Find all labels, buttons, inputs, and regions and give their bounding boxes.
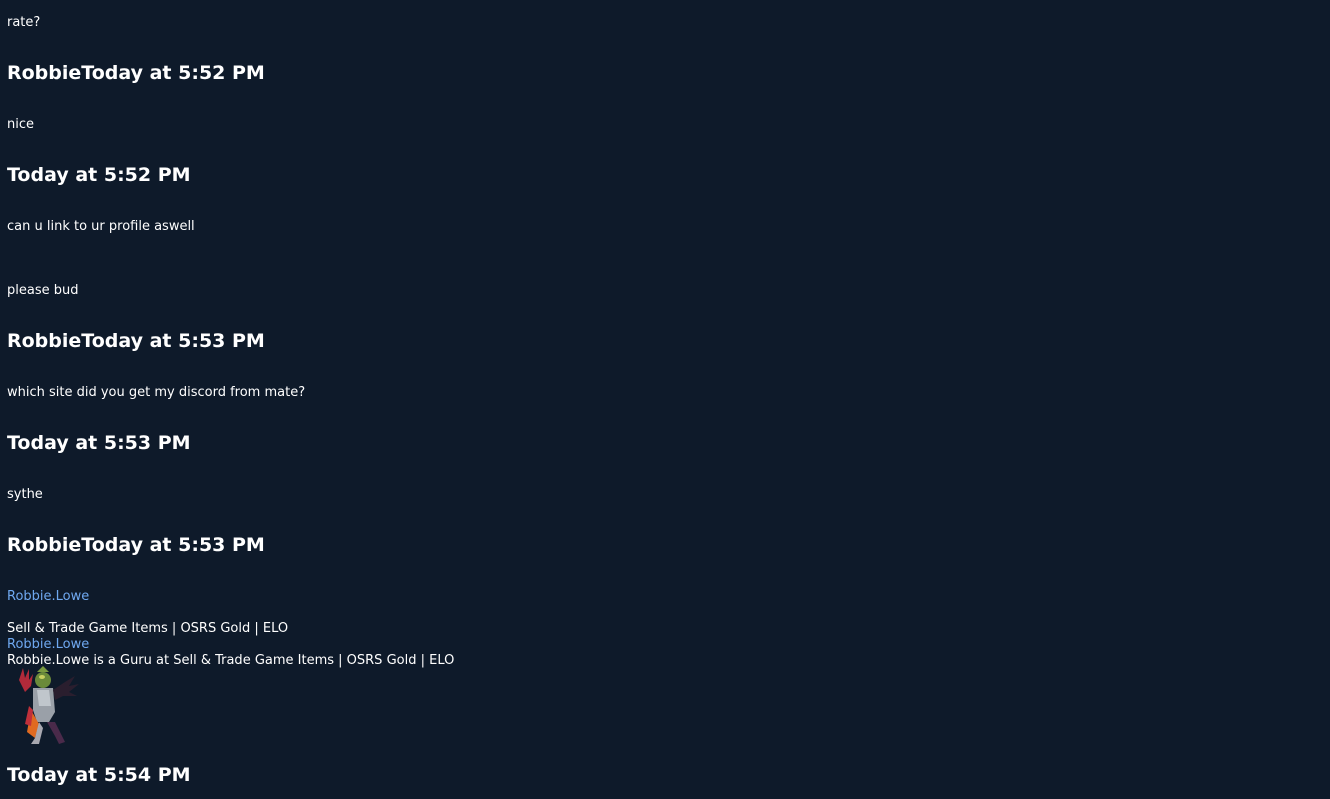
message-text: which site did you get my discord from m… xyxy=(7,385,306,400)
message-header: RobbieToday at 5:53 PM xyxy=(7,534,265,556)
profile-link[interactable]: Robbie.Lowe xyxy=(7,637,89,653)
message-text: nice xyxy=(7,117,34,132)
profile-link[interactable]: Robbie.Lowe xyxy=(7,589,89,605)
message-header: Today at 5:52 PM xyxy=(7,164,191,186)
message-text: sythe xyxy=(7,487,43,502)
message-text: can u link to ur profile aswell xyxy=(7,219,195,234)
embed-group-text: Sell & Trade Game Items | OSRS Gold | EL… xyxy=(7,621,289,636)
character-avatar-icon xyxy=(9,666,83,746)
message-header: RobbieToday at 5:53 PM xyxy=(7,330,265,352)
message-header: Today at 5:53 PM xyxy=(7,432,191,454)
message-header: RobbieToday at 5:52 PM xyxy=(7,62,265,84)
message-text: rate? xyxy=(7,15,41,30)
message-text: please bud xyxy=(7,283,79,298)
message-header: Today at 5:54 PM xyxy=(7,764,191,786)
